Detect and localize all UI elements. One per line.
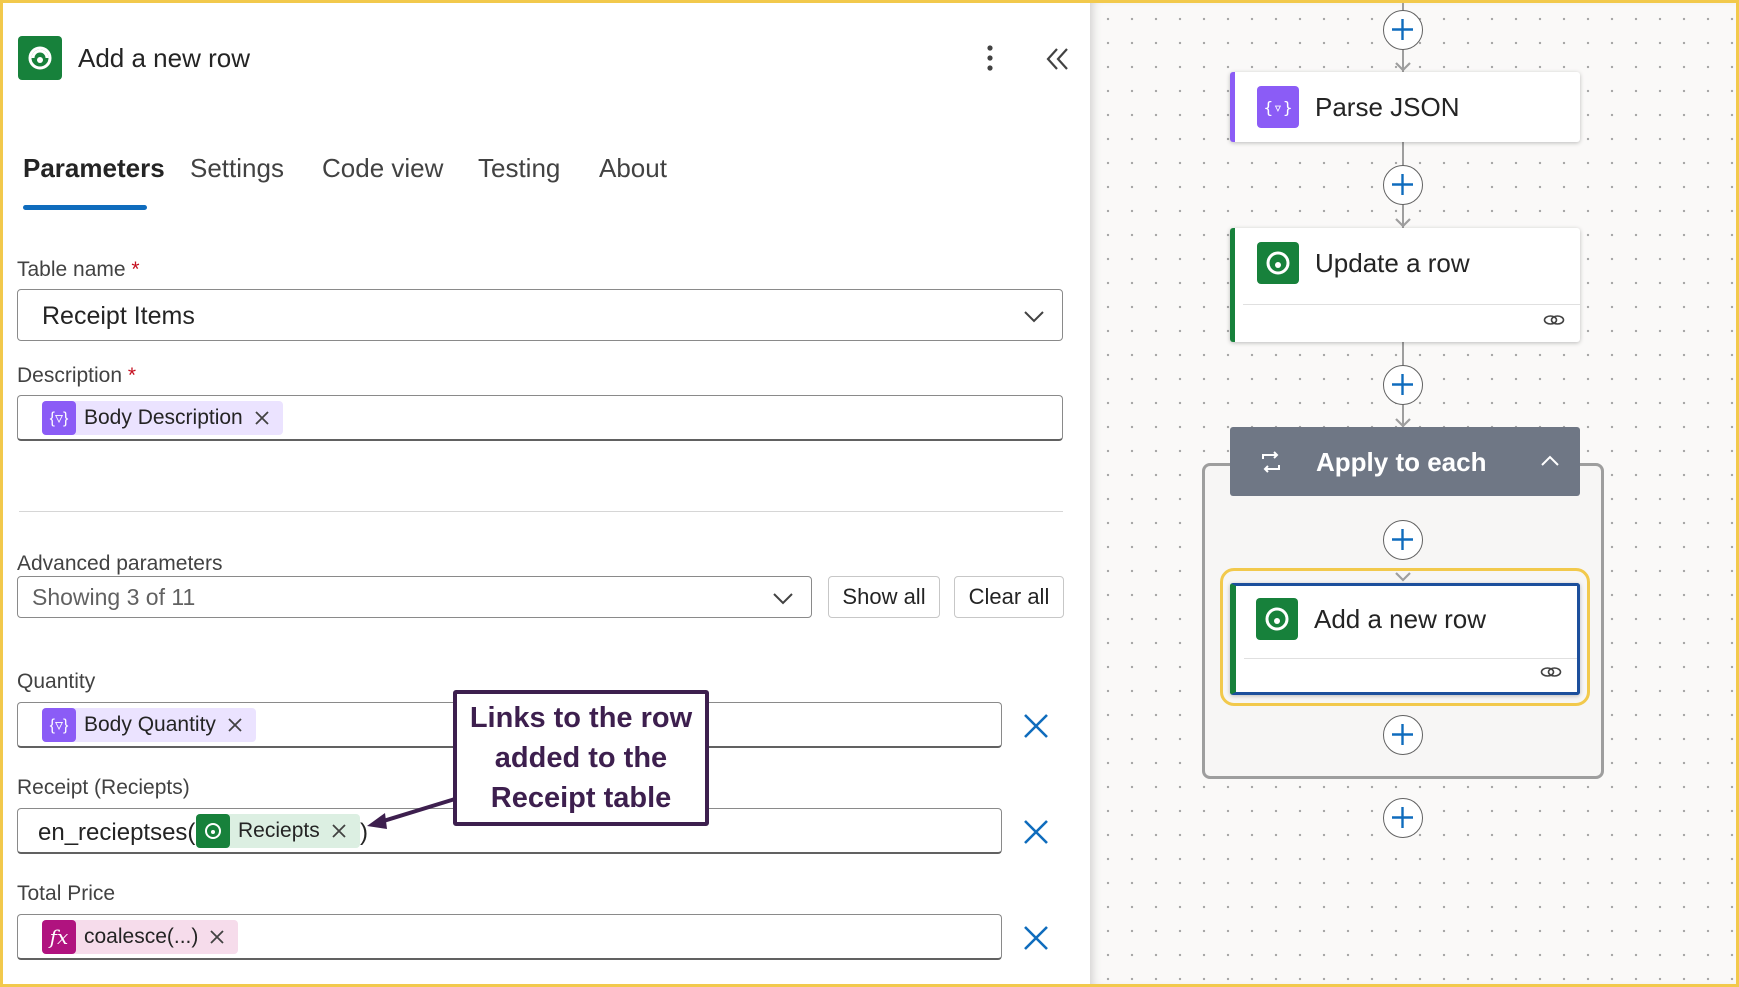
- show-all-button[interactable]: Show all: [828, 576, 940, 618]
- clear-receipt-icon[interactable]: [1021, 817, 1051, 847]
- table-name-value: Receipt Items: [42, 302, 195, 330]
- clear-total-price-icon[interactable]: [1021, 923, 1051, 953]
- apply-to-each-title: Apply to each: [1316, 447, 1487, 477]
- advanced-parameters-label: Advanced parameters: [17, 552, 223, 575]
- link-icon: [1539, 660, 1563, 684]
- loop-icon: [1258, 449, 1284, 475]
- remove-token-icon[interactable]: [206, 926, 228, 948]
- table-name-label: Table name *: [17, 258, 140, 281]
- tab-testing[interactable]: Testing: [478, 153, 560, 184]
- card-separator: [1244, 658, 1577, 659]
- parse-json-icon: {▿}: [42, 708, 76, 742]
- svg-text:{▿}: {▿}: [1264, 98, 1293, 117]
- total-price-label: Total Price: [17, 882, 116, 905]
- add-step-button[interactable]: [1383, 798, 1423, 838]
- more-options-icon[interactable]: [982, 42, 998, 74]
- tab-about[interactable]: About: [599, 153, 667, 184]
- tab-code-view[interactable]: Code view: [322, 153, 443, 184]
- parse-json-card[interactable]: {▿} Parse JSON: [1230, 72, 1580, 142]
- token-reciepts[interactable]: Reciepts: [196, 814, 360, 848]
- add-new-row-card[interactable]: Add a new row: [1230, 583, 1580, 695]
- annotation-callout: Links to the row added to the Receipt ta…: [453, 690, 709, 826]
- remove-token-icon[interactable]: [328, 820, 350, 842]
- token-body-quantity[interactable]: {▿} Body Quantity: [42, 708, 256, 742]
- tab-parameters[interactable]: Parameters: [23, 153, 165, 184]
- section-divider: [19, 511, 1063, 512]
- chevron-down-icon: [1022, 304, 1046, 328]
- dataverse-icon: [18, 36, 62, 80]
- callout-arrow: [367, 797, 456, 829]
- panel-header: Add a new row: [18, 36, 1078, 80]
- add-new-row-title: Add a new row: [1314, 604, 1486, 634]
- fx-icon: fx: [42, 920, 76, 954]
- update-row-title: Update a row: [1315, 248, 1470, 278]
- chevron-up-icon[interactable]: [1538, 449, 1562, 473]
- chevron-down-icon: [771, 586, 795, 610]
- clear-all-button[interactable]: Clear all: [954, 576, 1064, 618]
- connector-arrow: [1395, 218, 1411, 228]
- advanced-parameters-select[interactable]: Showing 3 of 11: [17, 576, 812, 618]
- description-field[interactable]: {▿} Body Description: [17, 395, 1063, 441]
- token-body-description[interactable]: {▿} Body Description: [42, 401, 283, 435]
- table-name-select[interactable]: Receipt Items: [17, 289, 1063, 341]
- add-step-button[interactable]: [1383, 10, 1423, 50]
- card-separator: [1243, 304, 1580, 305]
- receipt-expression-prefix: en_recieptses(: [38, 819, 196, 846]
- apply-to-each-header[interactable]: Apply to each: [1230, 427, 1580, 496]
- total-price-field[interactable]: fx coalesce(...): [17, 914, 1002, 960]
- advanced-parameters-value: Showing 3 of 11: [32, 584, 196, 610]
- connector-arrow: [1395, 62, 1411, 72]
- parse-json-icon: {▿}: [1257, 86, 1299, 128]
- add-step-button[interactable]: [1383, 165, 1423, 205]
- panel-title: Add a new row: [78, 43, 250, 73]
- remove-token-icon[interactable]: [224, 714, 246, 736]
- receipt-label: Receipt (Reciepts): [17, 776, 190, 799]
- description-label: Description *: [17, 364, 137, 387]
- active-tab-indicator: [23, 205, 147, 210]
- dataverse-icon: [1257, 242, 1299, 284]
- remove-token-icon[interactable]: [251, 407, 273, 429]
- add-step-button[interactable]: [1383, 365, 1423, 405]
- parse-json-icon: {▿}: [42, 401, 76, 435]
- dataverse-icon: [1256, 598, 1298, 640]
- token-coalesce[interactable]: fx coalesce(...): [42, 920, 239, 954]
- link-icon: [1542, 308, 1566, 332]
- collapse-panel-icon[interactable]: [1043, 44, 1073, 74]
- action-details-panel: Add a new row Parameters Settings Code v…: [3, 3, 1093, 984]
- add-step-in-loop-button[interactable]: [1383, 715, 1423, 755]
- clear-quantity-icon[interactable]: [1021, 711, 1051, 741]
- add-step-in-loop-button[interactable]: [1383, 520, 1423, 560]
- dataverse-icon: [196, 814, 230, 848]
- parse-json-title: Parse JSON: [1315, 92, 1460, 122]
- tab-settings[interactable]: Settings: [190, 153, 284, 184]
- quantity-label: Quantity: [17, 670, 96, 693]
- update-row-card[interactable]: Update a row: [1230, 228, 1580, 342]
